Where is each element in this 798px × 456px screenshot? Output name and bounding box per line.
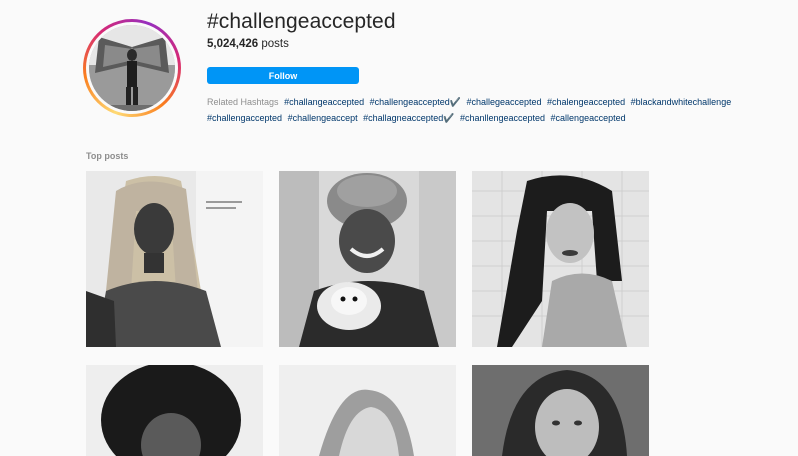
- post-image: [279, 171, 456, 347]
- post-image: [86, 365, 263, 456]
- post-thumbnail[interactable]: [86, 171, 263, 347]
- related-hashtags-label: Related Hashtags: [207, 97, 279, 107]
- post-count-suffix: posts: [258, 38, 289, 50]
- related-hashtags: Related Hashtags #challangeaccepted #cha…: [207, 95, 767, 126]
- related-hashtag-link[interactable]: #challagneaccepted✔️: [363, 113, 454, 123]
- hashtag-page: #challengeaccepted 5,024,426 posts Follo…: [0, 0, 798, 456]
- post-thumbnail[interactable]: [472, 171, 649, 347]
- post-image: [472, 171, 649, 347]
- related-hashtag-link[interactable]: #chanllengeaccepted: [460, 113, 545, 123]
- related-hashtag-link[interactable]: #challengaccepted: [207, 113, 282, 123]
- post-image: [279, 365, 456, 456]
- post-thumbnail[interactable]: [472, 365, 649, 456]
- related-hashtag-link[interactable]: #challengeaccepted✔️: [370, 97, 461, 107]
- post-thumbnail[interactable]: [279, 365, 456, 456]
- related-hashtag-link[interactable]: #chalengeaccepted: [547, 97, 625, 107]
- follow-button[interactable]: Follow: [207, 67, 359, 84]
- related-hashtag-link[interactable]: #challangeaccepted: [284, 97, 364, 107]
- related-hashtag-link[interactable]: #challegeaccepted: [466, 97, 541, 107]
- hashtag-avatar-ring: [83, 19, 181, 117]
- related-hashtag-link[interactable]: #callengeaccepted: [551, 113, 626, 123]
- avatar-image: [89, 25, 175, 111]
- post-count-value: 5,024,426: [207, 38, 259, 50]
- post-thumbnail[interactable]: [86, 365, 263, 456]
- related-hashtag-link[interactable]: #challengeaccept: [288, 113, 358, 123]
- hashtag-avatar: [89, 25, 175, 111]
- post-image: [472, 365, 649, 456]
- related-hashtag-link[interactable]: #blackandwhitechallenge: [631, 97, 732, 107]
- post-image: [86, 171, 263, 347]
- post-count: 5,024,426 posts: [207, 38, 289, 50]
- page-title: #challengeaccepted: [207, 10, 396, 33]
- top-posts-heading: Top posts: [86, 151, 129, 161]
- post-thumbnail[interactable]: [279, 171, 456, 347]
